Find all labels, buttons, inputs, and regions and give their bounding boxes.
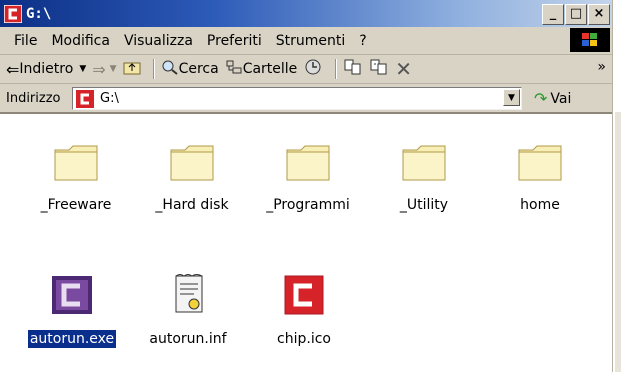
move-to-icon <box>343 58 363 80</box>
back-label: Indietro <box>19 61 74 77</box>
address-label: Indirizzo <box>6 91 61 106</box>
file-label: chip.ico <box>277 331 331 347</box>
move-to-button[interactable] <box>343 58 363 80</box>
file-label: home <box>520 197 560 213</box>
close-button[interactable]: × <box>588 4 610 25</box>
folder-item[interactable]: _Programmi <box>250 142 366 214</box>
folders-button[interactable]: Cartelle <box>225 59 298 79</box>
menu-help[interactable]: ? <box>352 33 373 49</box>
window-edge <box>615 112 621 372</box>
delete-button[interactable]: ✕ <box>395 57 412 81</box>
toolbar-separator <box>152 59 155 79</box>
menu-bar: File Modifica Visualizza Preferiti Strum… <box>0 27 612 55</box>
back-button[interactable]: ⇐ Indietro ▼ <box>6 60 86 79</box>
folders-icon <box>225 59 243 79</box>
config-file-icon <box>166 274 210 320</box>
up-folder-icon <box>123 59 141 79</box>
folder-icon <box>517 142 563 186</box>
address-input[interactable]: G:\ ▼ <box>72 87 522 110</box>
go-arrow-icon: ↷ <box>534 89 548 108</box>
delete-x-icon: ✕ <box>395 57 413 81</box>
search-icon <box>161 59 179 79</box>
folders-label: Cartelle <box>242 61 298 77</box>
menu-modifica[interactable]: Modifica <box>44 33 117 49</box>
menu-file[interactable]: File <box>0 33 44 49</box>
file-label: _Hard disk <box>155 197 229 213</box>
forward-arrow-icon: ⇒ <box>92 59 106 79</box>
explorer-window: G:\ _ □ × File Modifica Visualizza Prefe… <box>0 0 613 374</box>
address-dropdown-button[interactable]: ▼ <box>503 89 520 106</box>
history-icon <box>303 58 323 80</box>
standard-toolbar: ⇐ Indietro ▼ ⇒ ▼ Cerca Cartelle ✕ » <box>0 55 612 84</box>
history-button[interactable] <box>303 58 323 80</box>
search-label: Cerca <box>178 61 219 77</box>
chevron-down-icon: ▼ <box>109 64 117 74</box>
window-title: G:\ <box>26 5 52 22</box>
maximize-button[interactable]: □ <box>565 4 587 25</box>
toolbar-separator <box>335 59 338 79</box>
up-folder-button[interactable] <box>123 59 141 79</box>
file-label: _Utility <box>399 197 449 213</box>
file-item[interactable]: autorun.exe <box>14 274 130 348</box>
folder-item[interactable]: _Hard disk <box>134 142 250 214</box>
title-bar[interactable]: G:\ _ □ × <box>0 0 612 27</box>
go-button[interactable]: ↷ Vai <box>534 89 571 108</box>
file-label: _Freeware <box>40 197 112 213</box>
copy-to-icon <box>369 58 389 80</box>
folder-item[interactable]: _Freeware <box>18 142 134 214</box>
folder-icon <box>401 142 447 186</box>
menu-visualizza[interactable]: Visualizza <box>117 33 200 49</box>
exe-file-icon <box>50 274 94 320</box>
drive-icon <box>76 89 94 108</box>
file-label-selected: autorun.exe <box>27 330 117 348</box>
menu-preferiti[interactable]: Preferiti <box>200 33 269 49</box>
folder-item[interactable]: home <box>482 142 598 214</box>
chevron-down-icon: ▼ <box>508 92 515 103</box>
windows-logo-icon <box>570 28 610 52</box>
file-label: autorun.inf <box>149 331 227 347</box>
copy-to-button[interactable] <box>369 58 389 80</box>
minimize-button[interactable]: _ <box>542 4 564 25</box>
folder-icon <box>285 142 331 186</box>
chevron-down-icon: ▼ <box>79 64 87 74</box>
folder-item[interactable]: _Utility <box>366 142 482 214</box>
menu-strumenti[interactable]: Strumenti <box>269 33 353 49</box>
toolbar-overflow-chevron[interactable]: » <box>597 59 606 75</box>
address-bar: Indirizzo G:\ ▼ ↷ Vai <box>0 84 612 113</box>
chip-icon-file <box>282 274 326 320</box>
folder-icon <box>169 142 215 186</box>
file-list-pane[interactable]: _Freeware _Hard disk _Programmi _Utility… <box>0 112 612 374</box>
file-item[interactable]: autorun.inf <box>130 274 246 348</box>
chip-logo-icon <box>4 4 22 23</box>
file-label: _Programmi <box>266 197 350 213</box>
forward-button[interactable]: ⇒ ▼ <box>92 60 116 79</box>
file-item[interactable]: chip.ico <box>246 274 362 348</box>
search-button[interactable]: Cerca <box>161 59 219 79</box>
back-arrow-icon: ⇐ <box>6 59 20 79</box>
address-value: G:\ <box>100 91 119 106</box>
go-label: Vai <box>550 90 572 107</box>
folder-icon <box>53 142 99 186</box>
